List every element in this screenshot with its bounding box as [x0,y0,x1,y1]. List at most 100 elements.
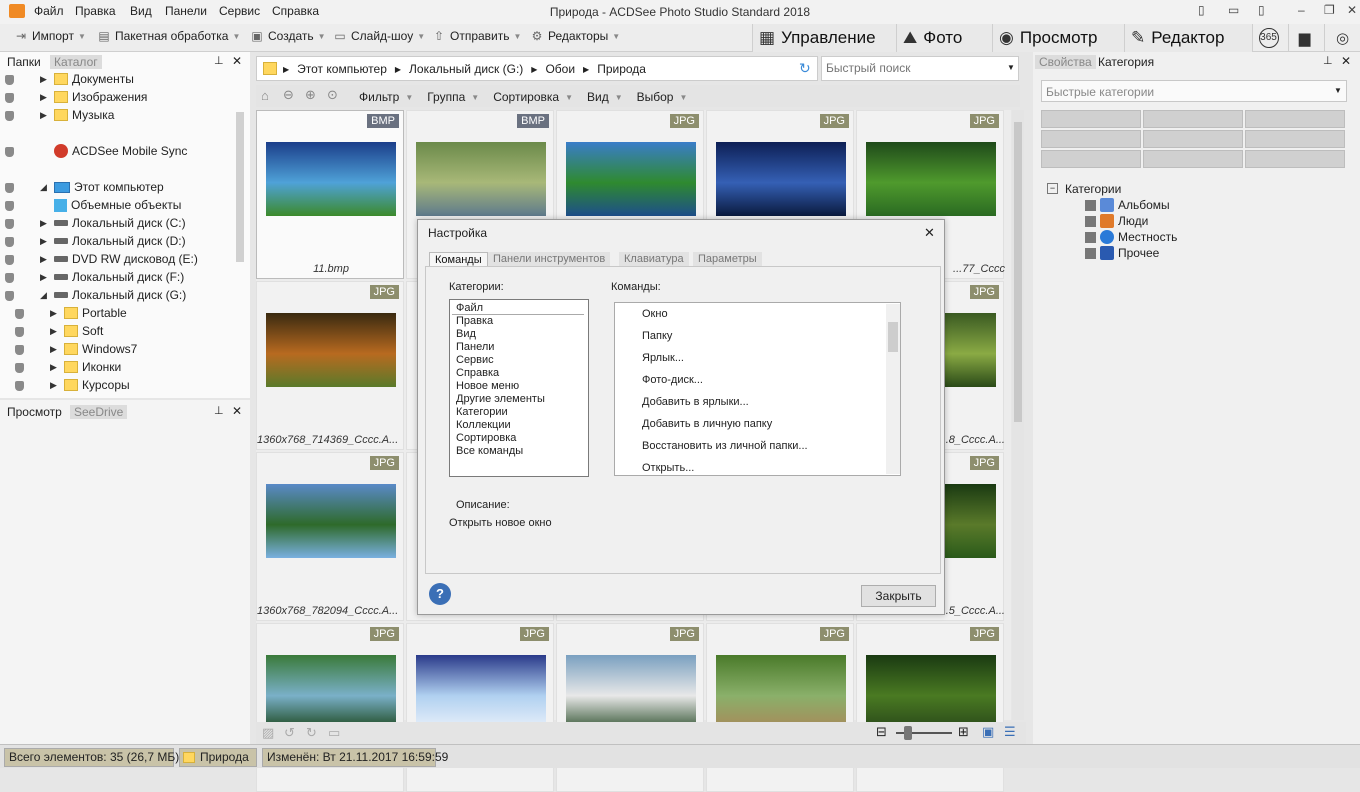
tree-item[interactable]: ACDSee Mobile Sync [5,144,187,158]
back-icon[interactable]: ⊖ [283,87,294,103]
category-list-item[interactable]: Все команды [456,445,523,457]
command-list-item[interactable]: Открыть... [642,462,694,474]
breadcrumb-item[interactable]: Природа [597,62,646,76]
tree-item[interactable]: ▶ Локальный диск (C:) [5,216,186,230]
tab-properties[interactable]: Свойства [1035,55,1096,69]
close-panel-icon[interactable]: ✕ [232,54,242,68]
pin-icon[interactable]: ⊥ [1323,54,1333,67]
tree-item[interactable]: ▶ Локальный диск (F:) [5,270,184,284]
tree-item[interactable]: ▶ DVD RW дисковод (E:) [5,252,198,266]
restore-icon[interactable]: ❐ [1324,3,1335,17]
filter-menu-item[interactable]: Сортировка ▼ [493,90,573,104]
send-button[interactable]: ⇧ Отправить ▼ [432,29,521,43]
layout-right-icon[interactable]: ▯ [1258,3,1265,17]
expand-icon[interactable]: ◢ [40,290,50,301]
layout-left-icon[interactable]: ▯ [1198,3,1205,17]
category-item[interactable]: Прочее [1085,246,1159,260]
filter-menu-item[interactable]: Выбор ▼ [637,90,688,104]
tree-item[interactable]: ▶ Курсоры [15,378,130,392]
folders-scrollbar[interactable] [236,112,244,262]
thumbnail[interactable]: JPG 1360x768_782094_Сссс.A... [256,452,404,621]
expand-icon[interactable]: ▶ [40,236,50,247]
tree-item[interactable]: ▶ Документы [5,72,134,86]
command-list-item[interactable]: Добавить в личную папку [642,418,772,430]
address-bar[interactable]: ▶ Этот компьютер ▶ Локальный диск (G:) ▶ Обои… [256,56,818,81]
filter-menu-item[interactable]: Группа ▼ [427,90,479,104]
thumbnail[interactable]: BMP 11.bmp [256,110,404,279]
image-icon[interactable]: ▨ [262,725,274,741]
quick-categories-dropdown[interactable]: Быстрые категории ▼ [1041,80,1347,102]
tab-commands[interactable]: Команды [429,252,488,266]
chevron-down-icon[interactable]: ▼ [1007,63,1015,72]
tab-preview[interactable]: Просмотр [7,405,62,419]
quick-category-button[interactable] [1143,130,1243,148]
expand-icon[interactable]: ▶ [40,272,50,283]
tree-item[interactable]: Объемные объекты [5,198,181,212]
close-panel-icon[interactable]: ✕ [232,404,242,418]
rotate-right-icon[interactable]: ↻ [306,725,317,741]
minimize-icon[interactable]: ‒ [1298,3,1305,17]
category-list-item[interactable]: Сервис [456,354,494,366]
tree-item[interactable]: ▶ Portable [15,306,127,320]
tree-item[interactable]: ▶ Изображения [5,90,147,104]
pin-icon[interactable]: ⊥ [214,54,224,67]
quick-category-button[interactable] [1143,150,1243,168]
expand-icon[interactable]: ▶ [50,326,60,337]
collapse-icon[interactable]: − [1047,183,1058,194]
zoom-handle[interactable] [904,726,912,740]
slideshow-button[interactable]: ▭ Слайд-шоу ▼ [333,29,425,43]
tab-folders[interactable]: Папки [7,55,41,69]
tab-catalog[interactable]: Каталог [50,55,102,69]
category-item[interactable]: Люди [1085,214,1148,228]
dialog-close-icon[interactable]: ✕ [924,225,935,241]
mode-edit[interactable]: ✎ Редактор [1124,24,1252,52]
copy-icon[interactable]: ▭ [328,725,340,741]
tree-item[interactable]: ▶ Локальный диск (D:) [5,234,186,248]
forward-icon[interactable]: ⊕ [305,87,316,103]
command-list-item[interactable]: Папку [642,330,672,342]
batch-button[interactable]: ▤ Пакетная обработка ▼ [97,29,240,43]
category-list-item[interactable]: Файл [452,302,584,315]
expand-icon[interactable]: ▶ [50,380,60,391]
mode-manage[interactable]: ▦ Управление [752,24,896,52]
command-list-item[interactable]: Ярлык... [642,352,684,364]
quick-category-button[interactable] [1041,110,1141,128]
expand-icon[interactable]: ▶ [50,344,60,355]
category-list-item[interactable]: Сортировка [456,432,516,444]
search-input[interactable] [826,61,996,75]
checkbox[interactable] [1085,199,1096,211]
category-list-item[interactable]: Справка [456,367,499,379]
quick-category-button[interactable] [1245,130,1345,148]
category-item[interactable]: Местность [1085,230,1177,244]
quick-category-button[interactable] [1041,150,1141,168]
category-list-item[interactable]: Новое меню [456,380,519,392]
breadcrumb-separator-icon[interactable]: ▶ [583,65,589,76]
details-view-icon[interactable]: ☰ [1004,724,1016,740]
thumbs-view-icon[interactable]: ▣ [982,724,994,740]
breadcrumb-item[interactable]: Локальный диск (G:) [409,62,523,76]
pin-icon[interactable]: ⊥ [214,404,224,417]
import-button[interactable]: ⇥ Импорт ▼ [14,29,86,43]
layout-bottom-icon[interactable]: ▭ [1228,3,1239,17]
breadcrumb-separator-icon[interactable]: ▶ [283,65,289,76]
expand-icon[interactable]: ▶ [40,254,50,265]
tree-item[interactable]: ◢ Этот компьютер [5,180,164,194]
expand-icon[interactable]: ▶ [50,362,60,373]
commands-scrollbar[interactable] [886,304,900,474]
filter-menu-item[interactable]: Вид ▼ [587,90,623,104]
close-icon[interactable]: ✕ [1347,3,1357,17]
category-list-item[interactable]: Вид [456,328,476,340]
create-button[interactable]: ▣ Создать ▼ [250,29,325,43]
breadcrumb-item[interactable]: Обои [545,62,575,76]
refresh-icon[interactable]: ↻ [799,60,811,77]
quick-search[interactable]: ▼ [821,56,1019,81]
quick-category-button[interactable] [1041,130,1141,148]
tree-item[interactable]: ◢ Локальный диск (G:) [5,288,186,302]
tab-category[interactable]: Категория [1098,55,1154,69]
rotate-left-icon[interactable]: ↺ [284,725,295,741]
help-button[interactable]: ? [429,583,451,605]
category-list-item[interactable]: Коллекции [456,419,511,431]
categories-list[interactable]: Файл Правка Вид Панели Сервис Справка Новое ме… [449,299,589,477]
tree-item[interactable]: ▶ Soft [15,324,103,338]
mode-photo[interactable]: ⛰ Фото [896,24,992,52]
